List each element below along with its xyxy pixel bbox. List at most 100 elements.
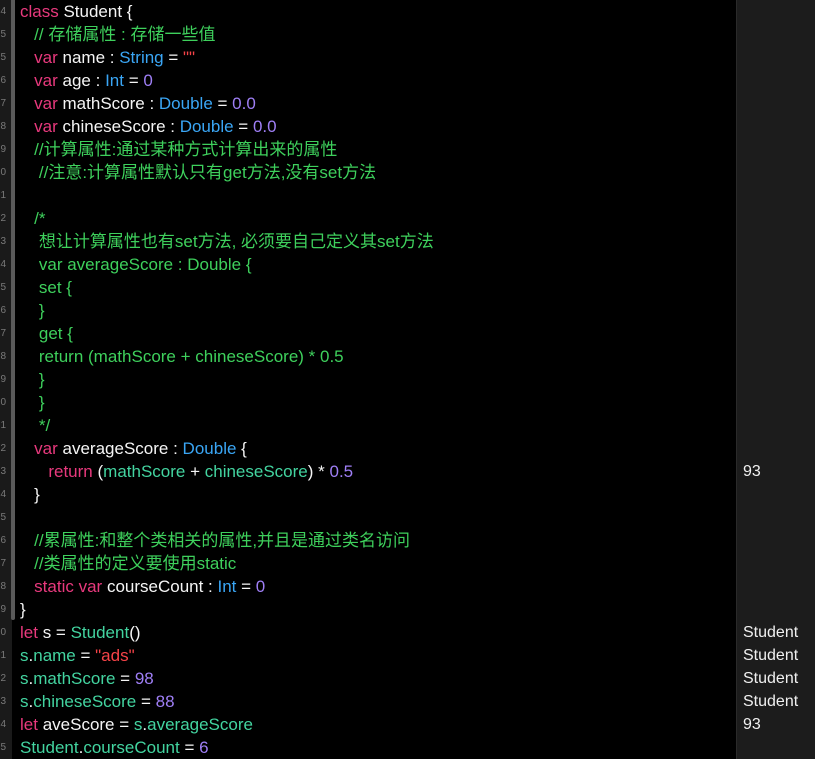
- result-value[interactable]: Student: [743, 644, 798, 667]
- code-line[interactable]: var mathScore : Double = 0.0: [20, 92, 256, 115]
- code-line[interactable]: //累属性:和整个类相关的属性,并且是通过类名访问: [20, 529, 410, 552]
- code-line[interactable]: }: [20, 483, 40, 506]
- line-number: 1: [0, 650, 6, 661]
- code-token: var: [34, 117, 58, 136]
- code-token: /*: [20, 209, 46, 228]
- code-line[interactable]: // 存储属性 : 存储一些值: [20, 23, 215, 46]
- code-token: Double: [182, 439, 237, 458]
- code-token: "ads": [95, 646, 135, 665]
- line-number: 4: [0, 489, 6, 500]
- code-editor[interactable]: class Student { // 存储属性 : 存储一些值 var name…: [20, 0, 736, 759]
- code-line[interactable]: var averageScore : Double {: [20, 253, 252, 276]
- code-token: //计算属性:通过某种方式计算出来的属性: [20, 140, 338, 159]
- result-value[interactable]: Student: [743, 667, 798, 690]
- code-token: String: [119, 48, 164, 67]
- code-line[interactable]: let aveScore = s.averageScore: [20, 713, 253, 736]
- line-number: 1: [0, 190, 6, 201]
- code-line[interactable]: var name : String = "": [20, 46, 195, 69]
- code-line[interactable]: s.name = "ads": [20, 644, 135, 667]
- line-number: 7: [0, 328, 6, 339]
- code-fold-ribbon[interactable]: [11, 0, 15, 620]
- code-line[interactable]: set {: [20, 276, 72, 299]
- result-value[interactable]: 93: [743, 460, 761, 483]
- code-line[interactable]: */: [20, 414, 50, 437]
- code-token: =: [233, 117, 253, 136]
- code-token: =: [179, 738, 200, 757]
- code-token: s: [20, 646, 29, 665]
- code-token: let: [20, 715, 38, 734]
- code-line[interactable]: var age : Int = 0: [20, 69, 153, 92]
- code-line[interactable]: let s = Student(): [20, 621, 141, 644]
- code-line[interactable]: var averageScore : Double {: [20, 437, 247, 460]
- code-token: averageScore :: [57, 439, 183, 458]
- code-token: //类属性的定义要使用static: [20, 554, 237, 573]
- code-token: }: [20, 301, 45, 320]
- result-value[interactable]: 93: [743, 713, 761, 736]
- code-token: 0: [255, 577, 266, 596]
- line-number: 5: [0, 282, 6, 293]
- line-number: 7: [0, 558, 6, 569]
- result-value[interactable]: Student: [743, 621, 798, 644]
- code-line[interactable]: }: [20, 368, 45, 391]
- code-line[interactable]: s.chineseScore = 88: [20, 690, 175, 713]
- code-token: =: [236, 577, 256, 596]
- code-line[interactable]: return (mathScore + chineseScore) * 0.5: [20, 345, 344, 368]
- code-token: (: [92, 462, 104, 481]
- code-token: courseCount: [83, 738, 180, 757]
- code-token: Student {: [58, 2, 133, 21]
- code-line[interactable]: }: [20, 299, 45, 322]
- code-line[interactable]: return (mathScore + chineseScore) * 0.5: [20, 460, 353, 483]
- playground-window: 4 5 5 6 7 8 9 0 1 2 3 4 5 6 7 8 9 0 1 2 3 4 5 6 7 8 9 0 1 2 3 4 5 class …: [0, 0, 815, 759]
- line-number: 2: [0, 213, 6, 224]
- code-token: 88: [155, 692, 175, 711]
- code-line[interactable]: Student.courseCount = 6: [20, 736, 209, 759]
- code-token: 98: [134, 669, 154, 688]
- code-token: chineseScore :: [57, 117, 180, 136]
- line-number: 2: [0, 673, 6, 684]
- code-token: "": [183, 48, 196, 67]
- code-token: name: [33, 646, 76, 665]
- code-token: mathScore :: [57, 94, 159, 113]
- code-line[interactable]: //计算属性:通过某种方式计算出来的属性: [20, 138, 337, 161]
- line-number: 8: [0, 581, 6, 592]
- code-line[interactable]: }: [20, 391, 45, 414]
- line-number: 3: [0, 696, 6, 707]
- code-line[interactable]: 想让计算属性也有set方法, 必须要自己定义其set方法: [20, 230, 434, 253]
- code-token: //注意:计算属性默认只有get方法,没有set方法: [20, 163, 377, 182]
- code-line[interactable]: //类属性的定义要使用static: [20, 552, 236, 575]
- code-token: 0.5: [329, 462, 354, 481]
- line-number: 6: [0, 535, 6, 546]
- line-number: 0: [0, 167, 6, 178]
- code-line[interactable]: s.mathScore = 98: [20, 667, 154, 690]
- line-number: 4: [0, 6, 6, 17]
- code-line[interactable]: //注意:计算属性默认只有get方法,没有set方法: [20, 161, 376, 184]
- code-token: Double: [179, 117, 234, 136]
- code-line[interactable]: /*: [20, 207, 46, 230]
- code-token: let: [20, 623, 38, 642]
- line-number: 6: [0, 75, 6, 86]
- code-token: */: [20, 416, 51, 435]
- code-token: chineseScore: [33, 692, 137, 711]
- code-token: s =: [37, 623, 71, 642]
- code-token: aveScore =: [37, 715, 134, 734]
- code-token: age :: [57, 71, 106, 90]
- code-token: }: [20, 370, 45, 389]
- code-token: var: [34, 439, 58, 458]
- line-number: 0: [0, 627, 6, 638]
- code-token: }: [20, 600, 26, 619]
- code-token: averageScore: [147, 715, 253, 734]
- code-token: }: [20, 485, 40, 504]
- result-value[interactable]: Student: [743, 690, 798, 713]
- code-line[interactable]: var chineseScore : Double = 0.0: [20, 115, 276, 138]
- line-number: 5: [0, 29, 6, 40]
- code-line[interactable]: class Student {: [20, 0, 132, 23]
- code-line[interactable]: static var courseCount : Int = 0: [20, 575, 265, 598]
- line-number: 0: [0, 397, 6, 408]
- code-line[interactable]: get {: [20, 322, 73, 345]
- code-line[interactable]: }: [20, 598, 26, 621]
- code-token: Int: [217, 577, 237, 596]
